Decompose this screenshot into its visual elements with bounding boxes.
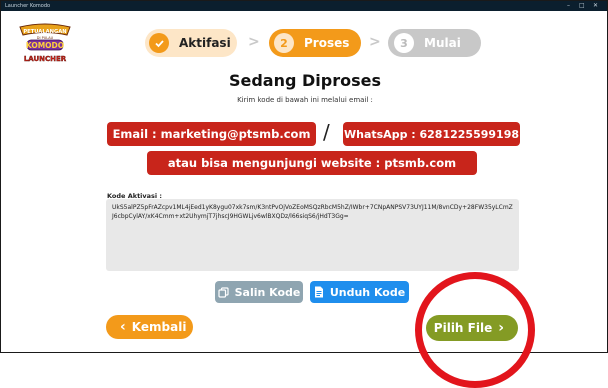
step-number: 3 <box>394 33 414 53</box>
step-label: Mulai <box>424 36 461 50</box>
contact-separator: / <box>323 120 330 144</box>
back-button-label: Kembali <box>131 320 187 334</box>
download-code-button[interactable]: Unduh Kode <box>310 281 409 303</box>
activation-code-field[interactable]: UkS5alPZ5pFrAZcpv1ML4jEed1yK8ygu07xk7sm/… <box>106 199 519 271</box>
page-title: Sedang Diproses <box>228 71 382 90</box>
title-bar: Launcher Komodo – □ ✕ <box>1 1 607 11</box>
step-separator: > <box>248 34 260 50</box>
download-button-label: Unduh Kode <box>329 285 406 299</box>
step-label: Aktifasi <box>179 36 231 50</box>
whatsapp-contact: WhatsApp : 6281225599198 <box>343 122 520 146</box>
window-title: Launcher Komodo <box>5 3 51 9</box>
maximize-button[interactable]: □ <box>579 1 585 11</box>
step-mulai: 3 Mulai <box>388 29 481 57</box>
logo-line1: PETUALANGAN <box>23 29 66 35</box>
minimize-button[interactable]: – <box>567 1 570 11</box>
close-button[interactable]: ✕ <box>593 1 598 11</box>
back-button[interactable]: ‹ Kembali <box>106 315 193 339</box>
copy-button-label: Salin Kode <box>234 285 301 299</box>
scrollbar[interactable] <box>601 11 607 352</box>
copy-icon <box>218 286 229 298</box>
chevron-left-icon: ‹ <box>120 319 126 335</box>
annotation-circle <box>415 272 535 388</box>
step-proses: 2 Proses <box>269 29 361 57</box>
copy-code-button[interactable]: Salin Kode <box>215 281 303 303</box>
step-label: Proses <box>304 36 350 50</box>
step-separator: > <box>369 34 381 50</box>
logo-line3: KOMODO <box>26 41 64 50</box>
website-contact: atau bisa mengunjungi website : ptsmb.co… <box>147 151 477 175</box>
logo-line2: DI PULAU <box>37 36 54 40</box>
document-icon <box>314 286 323 298</box>
step-number: 2 <box>274 33 294 53</box>
page-subtitle: Kirim kode di bawah ini melalui email : <box>237 96 373 104</box>
step-aktifasi: Aktifasi <box>145 29 237 57</box>
email-contact: Email : marketing@ptsmb.com <box>107 122 316 146</box>
komodo-launcher-logo: PETUALANGAN DI PULAU KOMODO LAUNCHER <box>19 23 71 63</box>
logo-line4: LAUNCHER <box>24 55 67 63</box>
checkmark-icon <box>149 33 169 53</box>
